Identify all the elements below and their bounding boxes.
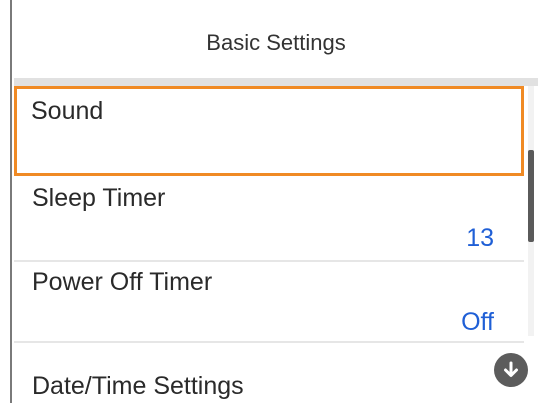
arrow-down-icon <box>504 361 518 377</box>
menu-item-sleep-timer[interactable]: Sleep Timer 13 <box>14 178 524 260</box>
menu-item-sound[interactable]: Sound <box>14 86 524 176</box>
menu-item-power-off-timer[interactable]: Power Off Timer Off <box>14 262 524 340</box>
scrollbar-thumb[interactable] <box>528 150 534 242</box>
menu-item-value: 13 <box>466 224 494 252</box>
menu-item-label: Power Off Timer <box>32 268 213 296</box>
divider <box>14 341 524 343</box>
menu-item-value: Off <box>461 308 494 336</box>
menu-item-label: Sleep Timer <box>32 184 166 212</box>
screen-bezel <box>10 0 12 403</box>
menu-item-label: Date/Time Settings <box>32 372 244 400</box>
page-title: Basic Settings <box>206 30 346 55</box>
header-divider <box>14 78 538 86</box>
menu-item-label: Sound <box>31 97 104 125</box>
menu-item-date-time-settings[interactable]: Date/Time Settings <box>14 346 524 403</box>
settings-screen: Basic Settings Sound Sleep Timer 13 Powe… <box>14 8 538 403</box>
scroll-down-button[interactable] <box>494 353 528 387</box>
